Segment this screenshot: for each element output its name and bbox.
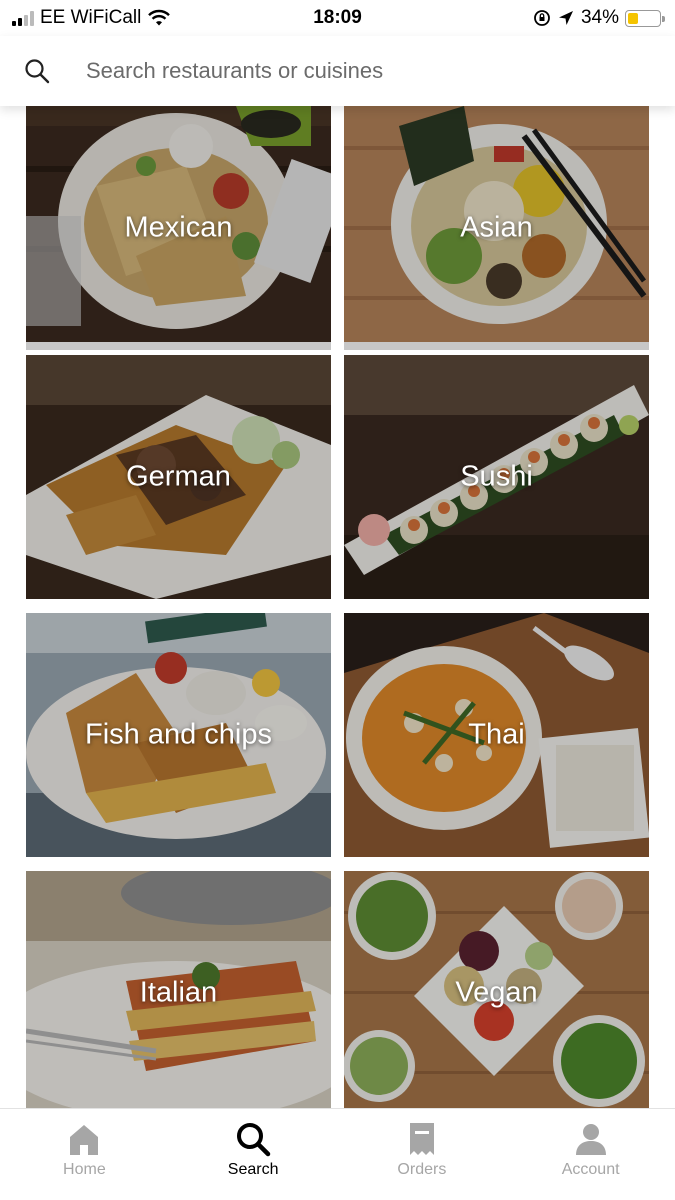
cuisine-label: Fish and chips: [85, 718, 272, 751]
signal-icon: [12, 10, 34, 26]
cuisine-tile-italian[interactable]: Italian: [26, 871, 331, 1108]
tab-label: Orders: [397, 1161, 447, 1178]
cuisine-label: Thai: [468, 718, 525, 751]
cuisine-label: Asian: [460, 211, 533, 244]
home-icon: [70, 1125, 99, 1155]
cuisine-label: Sushi: [460, 460, 533, 493]
tab-label: Home: [63, 1161, 106, 1178]
cuisine-label: German: [126, 460, 231, 493]
tab-search[interactable]: Search: [169, 1109, 338, 1200]
status-bar: EE WiFiCall 18:09 34%: [0, 0, 675, 36]
cuisine-tile-fish-and-chips[interactable]: Fish and chips: [26, 613, 331, 857]
location-icon: [558, 11, 573, 25]
cuisine-label: Mexican: [124, 211, 233, 244]
status-left: EE WiFiCall: [12, 7, 171, 29]
cuisine-tile-german[interactable]: German: [26, 355, 331, 599]
search-placeholder[interactable]: Search restaurants or cuisines: [86, 58, 383, 84]
cuisine-tile-sushi[interactable]: Sushi: [344, 355, 649, 599]
search-icon: [25, 59, 50, 84]
receipt-icon: [409, 1123, 434, 1155]
cuisine-tile-mexican[interactable]: Mexican: [26, 106, 331, 350]
cuisine-tile-vegan[interactable]: Vegan: [344, 871, 649, 1108]
cuisine-tile-thai[interactable]: Thai: [344, 613, 649, 857]
status-time: 18:09: [313, 7, 362, 28]
search-bar[interactable]: Search restaurants or cuisines: [0, 36, 675, 106]
search-icon: [237, 1123, 271, 1157]
cuisine-tile-asian[interactable]: Asian: [344, 106, 649, 350]
battery-fill: [628, 12, 639, 24]
bottom-tab-bar: Home Search Orders Account: [0, 1108, 675, 1200]
status-right: 34%: [533, 7, 665, 29]
tab-orders[interactable]: Orders: [338, 1109, 507, 1200]
battery-icon: [625, 9, 665, 27]
tab-account[interactable]: Account: [506, 1109, 675, 1200]
tab-label: Account: [561, 1161, 620, 1178]
cuisine-label: Italian: [139, 976, 218, 1009]
tab-label: Search: [227, 1161, 279, 1178]
battery-percent: 34%: [580, 7, 619, 28]
person-icon: [575, 1124, 606, 1155]
wifi-icon: [148, 9, 171, 26]
cuisine-grid: Mexican Asian German Sushi Fish and chip…: [0, 106, 675, 1108]
tab-home[interactable]: Home: [0, 1109, 169, 1200]
carrier-name: EE WiFiCall: [40, 7, 142, 28]
cuisine-label: Vegan: [455, 976, 538, 1009]
rotation-lock-icon: [534, 10, 550, 26]
